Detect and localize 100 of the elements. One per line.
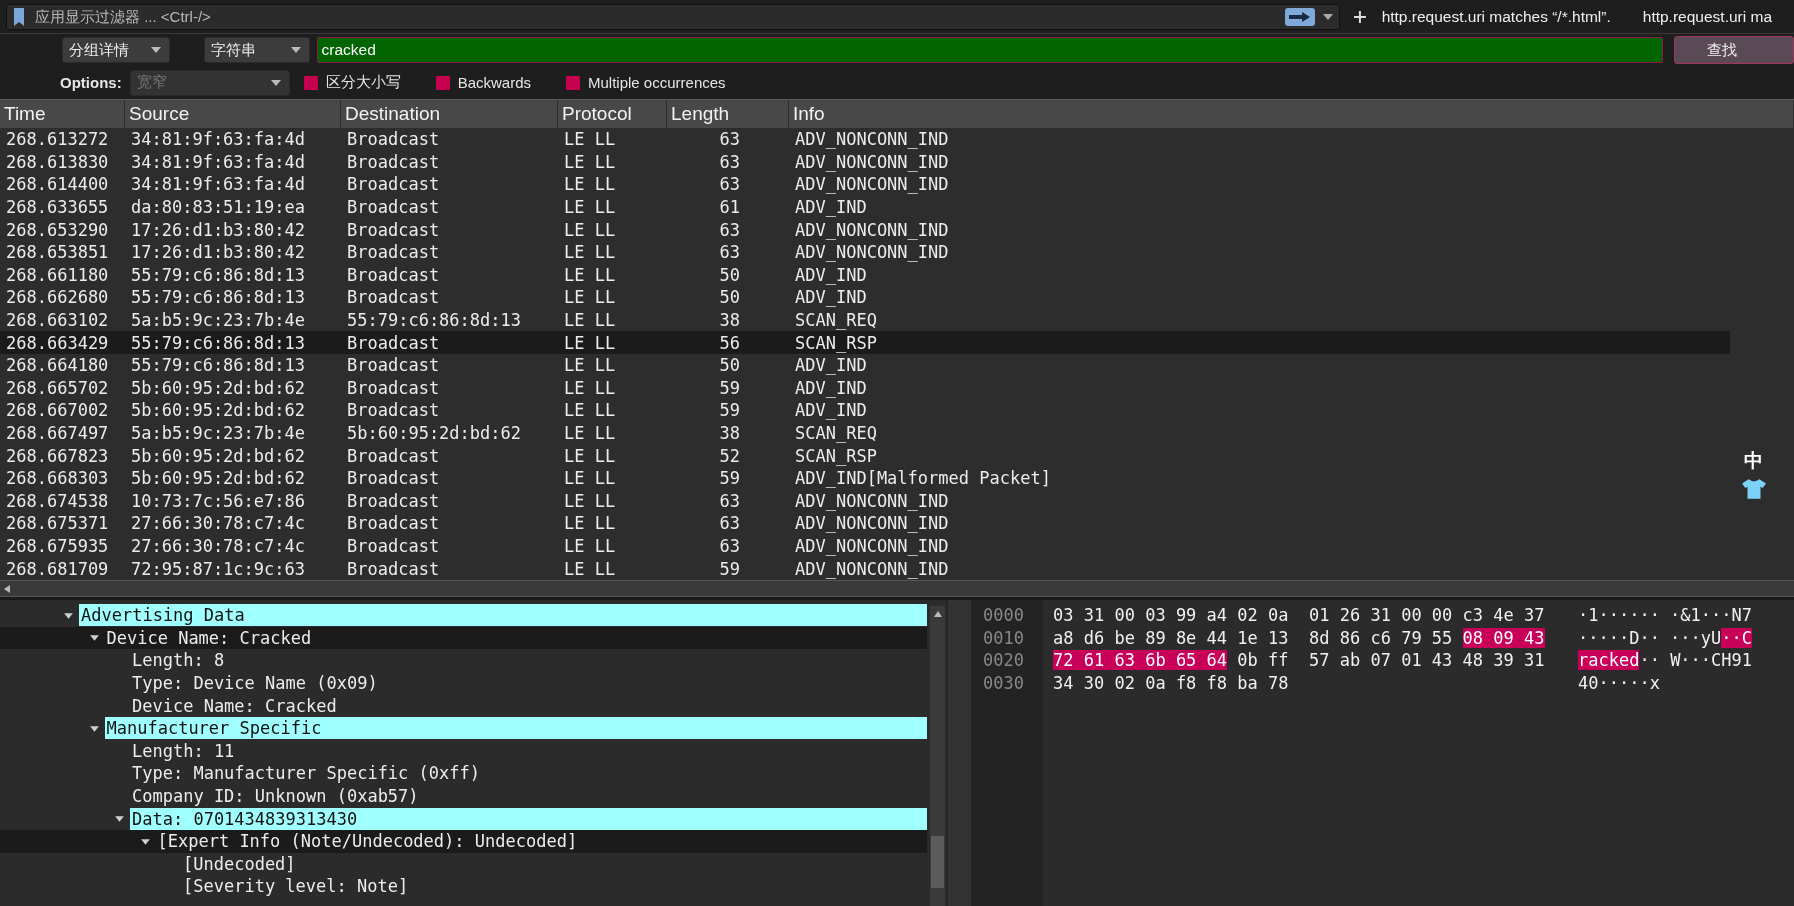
packet-row[interactable]: 268.662680 55:79:c6:86:8d:13 Broadcast LE LL 50 ADV_IND <box>0 286 1730 309</box>
find-button[interactable]: 查找 <box>1674 36 1794 64</box>
hex-byte[interactable]: 57 <box>1309 650 1330 671</box>
packet-row[interactable]: 268.613830 34:81:9f:63:fa:4d Broadcast LE LL 63 ADV_NONCONN_IND <box>0 150 1730 174</box>
hex-byte[interactable]: 86 <box>1339 627 1361 648</box>
hex-byte[interactable]: 4e <box>1493 605 1514 626</box>
hex-byte[interactable]: 44 <box>1206 627 1228 648</box>
hex-byte[interactable]: 0b <box>1237 650 1258 671</box>
hex-byte[interactable]: 34 <box>1053 673 1074 694</box>
hex-byte[interactable]: 1e <box>1237 627 1258 648</box>
dropdown-caret-icon[interactable] <box>1322 13 1333 20</box>
hex-byte[interactable]: 30 <box>1083 673 1105 694</box>
hex-byte[interactable]: 78 <box>1268 673 1289 694</box>
packet-row[interactable]: 268.653290 17:26:d1:b3:80:42 Broadcast LE LL 63 ADV_NONCONN_IND <box>0 218 1730 241</box>
packet-row[interactable]: 268.663102 5a:b5:9c:23:7b:4e 55:79:c6:86:8d:13 LE LL 38 SCAN_REQ <box>0 308 1730 332</box>
hex-byte[interactable]: 61 <box>1083 650 1115 671</box>
hex-byte[interactable]: 08 <box>1462 627 1494 648</box>
hex-byte[interactable]: 89 <box>1145 627 1166 648</box>
hex-byte[interactable]: 07 <box>1370 650 1391 671</box>
hex-byte[interactable]: 79 <box>1401 627 1422 648</box>
tree-row[interactable]: Type: Device Name (0x09) <box>0 671 927 695</box>
caret-icon[interactable] <box>88 632 100 644</box>
ascii-text[interactable]: ·1······ ·&1···N7 <box>1578 605 1752 626</box>
ascii-text[interactable]: racked <box>1578 650 1640 671</box>
hex-byte[interactable]: 03 <box>1053 605 1074 626</box>
hex-byte[interactable]: 39 <box>1493 650 1514 671</box>
hex-byte[interactable]: f8 <box>1206 673 1228 694</box>
packet-row[interactable]: 268.681709 72:95:87:1c:9c:63 Broadcast LE LL 59 ADV_NONCONN_IND <box>0 557 1730 580</box>
hex-byte[interactable]: 01 <box>1401 650 1422 671</box>
hex-byte[interactable]: 63 <box>1114 650 1146 671</box>
hex-byte[interactable]: 64 <box>1206 650 1228 671</box>
hex-byte[interactable]: ba <box>1237 673 1258 694</box>
hex-byte[interactable]: 02 <box>1237 605 1258 626</box>
hex-byte[interactable]: 31 <box>1083 605 1105 626</box>
packet-row[interactable]: 268.674538 10:73:7c:56:e7:86 Broadcast LE LL 63 ADV_NONCONN_IND <box>0 489 1730 513</box>
ascii-text[interactable]: ··C <box>1721 627 1752 648</box>
tree-row[interactable]: [Expert Info (Note/Undecoded): Undecoded] <box>0 829 927 853</box>
packet-row[interactable]: 268.675371 27:66:30:78:c7:4c Broadcast LE LL 63 ADV_NONCONN_IND <box>0 512 1730 535</box>
hex-byte[interactable]: a4 <box>1206 605 1228 626</box>
add-button[interactable] <box>1353 10 1366 23</box>
caret-icon[interactable] <box>114 813 125 825</box>
tree-row[interactable]: Length: 11 <box>0 739 927 763</box>
checkbox-label[interactable]: Multiple occurrences <box>588 74 726 91</box>
scrollbar-thumb[interactable] <box>931 836 944 888</box>
vertical-scrollbar[interactable] <box>930 606 945 906</box>
ascii-text[interactable]: 40·····x <box>1578 673 1660 694</box>
tree-row[interactable]: [Severity level: Note] <box>0 875 927 898</box>
tree-row[interactable]: Device Name: Cracked <box>0 626 927 650</box>
search-type-dropdown[interactable]: 字符串 <box>204 37 310 63</box>
apply-arrow-button[interactable] <box>1284 7 1315 26</box>
hex-byte[interactable]: 55 <box>1431 627 1453 648</box>
horizontal-scrollbar[interactable] <box>0 580 1794 597</box>
packet-row[interactable]: 268.653851 17:26:d1:b3:80:42 Broadcast LE LL 63 ADV_NONCONN_IND <box>0 240 1730 264</box>
tree-row[interactable]: [Undecoded] <box>0 852 927 876</box>
packet-row[interactable]: 268.665702 5b:60:95:2d:bd:62 Broadcast LE LL 59 ADV_IND <box>0 376 1730 400</box>
hex-byte[interactable]: 0a <box>1268 605 1289 626</box>
search-field[interactable]: cracked <box>316 37 1663 63</box>
bookmark-icon[interactable] <box>13 6 25 27</box>
hex-byte[interactable]: 99 <box>1175 605 1197 626</box>
checkbox[interactable] <box>566 75 580 90</box>
tree-row[interactable]: Type: Manufacturer Specific (0xff) <box>0 762 927 785</box>
checkbox-label[interactable]: Backwards <box>457 74 531 91</box>
packet-row[interactable]: 268.614400 34:81:9f:63:fa:4d Broadcast LE LL 63 ADV_NONCONN_IND <box>0 173 1730 196</box>
display-filter-field[interactable]: 应用显示过滤器 ... <Ctrl-/> <box>33 7 1277 26</box>
scroll-left-icon[interactable] <box>4 584 10 593</box>
packet-row[interactable]: 268.661180 55:79:c6:86:8d:13 Broadcast LE LL 50 ADV_IND <box>0 263 1730 287</box>
ascii-text[interactable]: ·····D·· ···yU <box>1578 627 1722 648</box>
hex-byte[interactable]: 13 <box>1268 627 1289 648</box>
hex-byte[interactable]: 00 <box>1431 605 1453 626</box>
tree-row[interactable]: Device Name: Cracked <box>0 694 927 717</box>
hex-byte[interactable]: 43 <box>1524 627 1545 648</box>
hex-byte[interactable]: 02 <box>1114 673 1135 694</box>
hex-byte[interactable]: 6b <box>1145 650 1176 671</box>
hex-byte[interactable]: 8e <box>1175 627 1197 648</box>
tree-row[interactable]: Length: 8 <box>0 649 927 672</box>
packet-row[interactable]: 268.664180 55:79:c6:86:8d:13 Broadcast LE LL 50 ADV_IND <box>0 353 1730 377</box>
hex-byte[interactable]: 43 <box>1431 650 1453 671</box>
display-filter-bar[interactable]: 应用显示过滤器 ... <Ctrl-/> <box>6 3 1340 30</box>
hex-byte[interactable]: d6 <box>1083 627 1105 648</box>
tree-row[interactable]: Company ID: Unknown (0xab57) <box>0 784 927 808</box>
hex-byte[interactable]: f8 <box>1175 673 1197 694</box>
checkbox[interactable] <box>435 75 450 90</box>
hex-byte[interactable]: 03 <box>1145 605 1166 626</box>
hex-byte[interactable]: be <box>1114 627 1135 648</box>
hex-byte[interactable]: 31 <box>1524 650 1545 671</box>
hex-byte[interactable]: 48 <box>1462 650 1484 671</box>
search-in-dropdown[interactable]: 分组详情 <box>62 37 171 63</box>
packet-row[interactable]: 268.667002 5b:60:95:2d:bd:62 Broadcast LE LL 59 ADV_IND <box>0 399 1730 422</box>
hex-byte[interactable]: 09 <box>1493 627 1524 648</box>
hex-byte[interactable]: 0a <box>1145 673 1166 694</box>
hex-byte[interactable]: 37 <box>1524 605 1545 626</box>
checkbox[interactable] <box>303 75 318 90</box>
hex-byte[interactable]: 72 <box>1053 650 1084 671</box>
packet-row[interactable]: 268.613272 34:81:9f:63:fa:4d Broadcast LE LL 63 ADV_NONCONN_IND <box>0 128 1730 151</box>
ascii-text[interactable]: ·· W···CH91 <box>1639 650 1752 671</box>
packet-row[interactable]: 268.667497 5a:b5:9c:23:7b:4e 5b:60:95:2d:bd:62 LE LL 38 SCAN_REQ <box>0 421 1730 445</box>
packet-row[interactable]: 268.667823 5b:60:95:2d:bd:62 Broadcast LE LL 52 SCAN_RSP <box>0 444 1730 467</box>
packet-row[interactable]: 268.675935 27:66:30:78:c7:4c Broadcast LE LL 63 ADV_NONCONN_IND <box>0 534 1730 558</box>
hex-byte[interactable]: ab <box>1339 650 1361 671</box>
hex-byte[interactable]: 8d <box>1309 627 1330 648</box>
